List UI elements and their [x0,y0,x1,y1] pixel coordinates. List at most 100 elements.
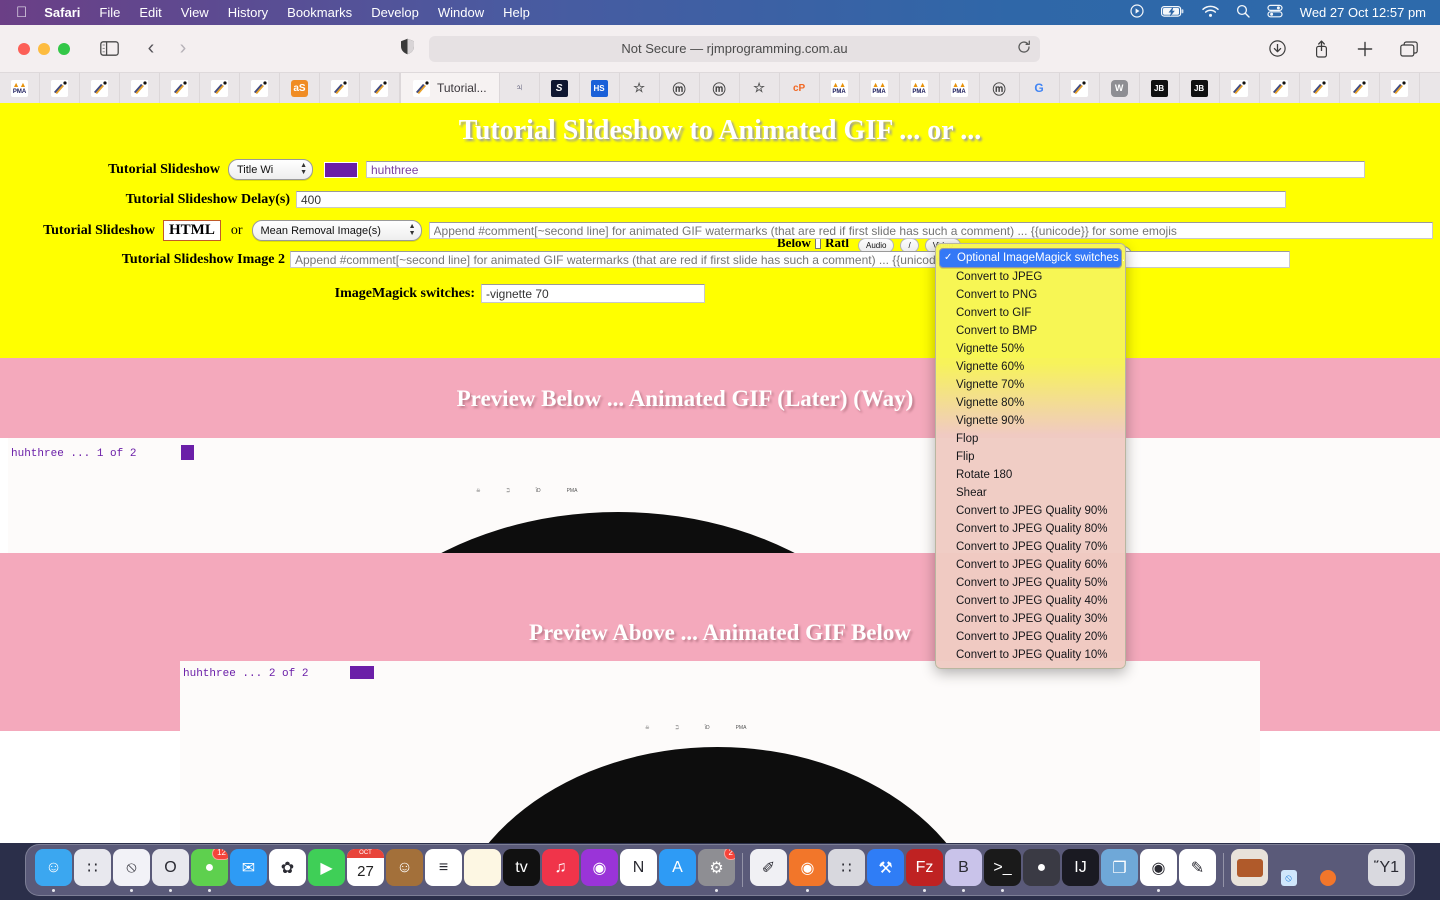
tab-pen-21[interactable] [1340,73,1380,103]
dropdown-item-7[interactable]: Vignette 70% [936,376,1125,394]
dock-item-podcasts[interactable]: ◉ [580,848,619,892]
tab-cpanel-7[interactable]: cP [780,73,820,103]
menu-bar-clock[interactable]: Wed 27 Oct 12:57 pm [1300,5,1426,20]
tab-mu-0[interactable]: ♃ [500,73,540,103]
apple-logo-icon[interactable]:  [16,5,27,20]
slideshow-delay-input[interactable] [296,191,1286,208]
dropdown-item-21[interactable]: Convert to JPEG Quality 20% [936,628,1125,646]
slideshow-image2-input[interactable] [290,251,1290,268]
dropdown-item-22[interactable]: Convert to JPEG Quality 10% [936,646,1125,664]
dock-item-textedit[interactable]: ✎ [1178,848,1217,892]
dock-item-safari[interactable]: ⦸ [112,848,151,892]
menu-item-safari[interactable]: Safari [44,5,80,20]
menu-item-window[interactable]: Window [438,5,484,20]
favorite-pen-3[interactable] [120,73,160,103]
colour-swatch[interactable] [324,161,358,178]
control-center-play-icon[interactable] [1130,4,1144,21]
menu-item-edit[interactable]: Edit [139,5,161,20]
dropdown-item-16[interactable]: Convert to JPEG Quality 70% [936,538,1125,556]
tab-moodle-4[interactable]: ⓜ [660,73,700,103]
dropdown-item-13[interactable]: Shear [936,484,1125,502]
tab-s-1[interactable]: S [540,73,580,103]
dock-item-opera[interactable]: O [151,848,190,892]
dock-item-calendar[interactable]: OCT 27 [346,848,385,892]
maximize-window-button[interactable] [58,42,70,55]
dock-item-xcode[interactable]: ⚒ [866,848,905,892]
dock-item-trash[interactable]: Ὕ1 [1367,848,1406,892]
favorite-pen-1[interactable] [40,73,80,103]
tab-star-3[interactable]: ☆ [620,73,660,103]
favorite-as-7[interactable]: aS [280,73,320,103]
dock-item-news[interactable]: N [619,848,658,892]
minimize-window-button[interactable] [38,42,50,55]
dock-item-reminders[interactable]: ≡ [424,848,463,892]
dock-item-firefox-minimized[interactable] [1308,848,1347,892]
close-window-button[interactable] [18,42,30,55]
dropdown-item-11[interactable]: Flip [936,448,1125,466]
dock-item-facetime[interactable]: ▶ [307,848,346,892]
dock-item-bbedit[interactable]: B [944,848,983,892]
image-effect-select[interactable]: Mean Removal Image(s) ▲ ▼ [251,220,422,241]
slideshow-title-input[interactable] [366,161,1365,178]
address-input[interactable]: Not Secure — rjmprogramming.com.au [429,35,1040,62]
dropdown-item-5[interactable]: Vignette 50% [936,340,1125,358]
download-icon[interactable] [1264,37,1290,61]
forward-button[interactable]: › [170,37,196,61]
tab-pma-9[interactable]: ▲▲ PMA [860,73,900,103]
dock-item-preview[interactable]: ✐ [749,848,788,892]
active-tab[interactable]: Tutorial... [400,73,500,103]
dropdown-item-8[interactable]: Vignette 80% [936,394,1125,412]
dock-item-messages[interactable]: ● 12 [190,848,229,892]
imagemagick-options-dropdown[interactable]: ✓ Optional ImageMagick switches ... Conver… [935,243,1126,669]
dock-item-photos[interactable]: ✿ [268,848,307,892]
menu-item-view[interactable]: View [181,5,209,20]
favorite-pen-8[interactable] [320,73,360,103]
tab-pen-22[interactable] [1380,73,1420,103]
battery-charging-icon[interactable] [1160,5,1185,21]
dropdown-item-0[interactable]: ✓ Optional ImageMagick switches ... [939,248,1125,268]
dock-item-mail[interactable]: ✉ [229,848,268,892]
tab-overview-icon[interactable] [1396,37,1422,61]
favorite-pen-5[interactable] [200,73,240,103]
favorite-pen-9[interactable] [360,73,400,103]
tab-jb-16[interactable]: JB [1140,73,1180,103]
favorite-pen-4[interactable] [160,73,200,103]
dropdown-item-9[interactable]: Vignette 90% [936,412,1125,430]
dock-item-system-preferences[interactable]: ⚙ 2 [697,848,736,892]
dock-item-intellij-idea[interactable]: IJ [1061,848,1100,892]
favorite-pma-0[interactable]: ▲▲ PMA [0,73,40,103]
tab-jb-17[interactable]: JB [1180,73,1220,103]
dropdown-item-18[interactable]: Convert to JPEG Quality 50% [936,574,1125,592]
dropdown-item-3[interactable]: Convert to GIF [936,304,1125,322]
control-center-icon[interactable] [1267,4,1283,21]
dropdown-item-14[interactable]: Convert to JPEG Quality 90% [936,502,1125,520]
dropdown-item-12[interactable]: Rotate 180 [936,466,1125,484]
dropdown-item-15[interactable]: Convert to JPEG Quality 80% [936,520,1125,538]
menu-item-bookmarks[interactable]: Bookmarks [287,5,352,20]
dock-item-filezilla[interactable]: Fz [905,848,944,892]
tab-moodle-5[interactable]: ⓜ [700,73,740,103]
favorite-pen-6[interactable] [240,73,280,103]
tab-pen-19[interactable] [1260,73,1300,103]
privacy-shield-icon[interactable] [400,38,415,59]
dropdown-item-19[interactable]: Convert to JPEG Quality 40% [936,592,1125,610]
dock-item-calculator[interactable]: ∷ [827,848,866,892]
dropdown-item-4[interactable]: Convert to BMP [936,322,1125,340]
wifi-icon[interactable] [1202,5,1219,21]
imagemagick-switches-input[interactable] [481,284,705,303]
favorite-pen-2[interactable] [80,73,120,103]
dock-item-apple-tv[interactable]: tv [502,848,541,892]
dock-item-app-store[interactable]: A [658,848,697,892]
menu-item-history[interactable]: History [228,5,268,20]
menu-item-help[interactable]: Help [503,5,530,20]
dock-item-downloads-stack[interactable] [1230,848,1269,892]
slideshow-image1-input[interactable] [428,222,1433,239]
dropdown-item-6[interactable]: Vignette 60% [936,358,1125,376]
dropdown-item-10[interactable]: Flop [936,430,1125,448]
title-width-select[interactable]: Title Wi ▲ ▼ [228,159,313,180]
dock-item-safari-minimized[interactable]: ⦸ [1269,848,1308,892]
dock-item-firefox[interactable]: ◉ [788,848,827,892]
dropdown-item-2[interactable]: Convert to PNG [936,286,1125,304]
sidebar-toggle-icon[interactable] [96,37,122,61]
tab-star-6[interactable]: ☆ [740,73,780,103]
